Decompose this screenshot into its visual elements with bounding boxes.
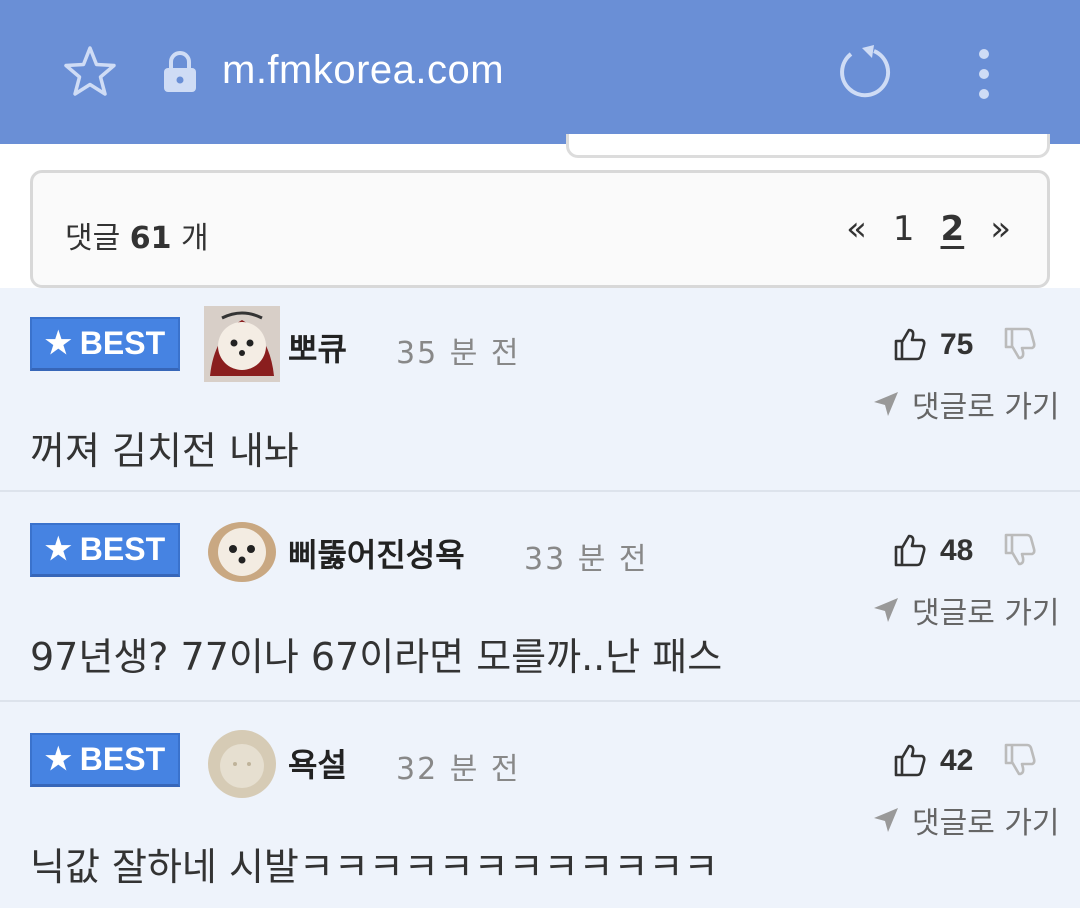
comment-username[interactable]: 욕설: [288, 740, 347, 786]
best-badge-label: BEST: [79, 325, 166, 361]
comment-time: 32 분 전: [396, 752, 521, 787]
star-icon: ★: [44, 327, 72, 360]
address-bar-url[interactable]: m.fmkorea.com: [222, 48, 504, 93]
comment-item: ★ BEST 뽀큐 35 분 전 75 댓글로 가기 꺼져 김치전 내놔: [0, 288, 1080, 492]
goto-comment-label: 댓글로 가기: [912, 596, 1060, 631]
best-badge: ★ BEST: [30, 317, 180, 371]
best-badge-label: BEST: [79, 741, 166, 777]
goto-comment-label: 댓글로 가기: [912, 390, 1060, 425]
star-icon: ★: [44, 533, 72, 566]
comment-count-number: 61: [129, 221, 172, 256]
like-count: 75: [940, 328, 974, 361]
comment-text: 97년생? 77이나 67이라면 모를까..난 패스: [30, 635, 723, 679]
lock-icon: [164, 51, 196, 92]
best-badge: ★ BEST: [30, 733, 180, 787]
comment-username[interactable]: 뽀큐: [288, 324, 347, 370]
comment-item: ★ BEST 삐뚫어진성욕 33 분 전 48 댓글로 가기 97년생? 77이…: [0, 492, 1080, 702]
thumbs-up-icon[interactable]: [892, 742, 928, 778]
comment-time: 35 분 전: [396, 336, 521, 371]
user-avatar[interactable]: [204, 306, 280, 382]
comment-count-label: 댓글 61 개: [65, 213, 209, 257]
reload-icon[interactable]: [834, 42, 894, 102]
pager-page-1[interactable]: 1: [893, 209, 915, 249]
comment-text: 닉값 잘하네 시발ㅋㅋㅋㅋㅋㅋㅋㅋㅋㅋㅋㅋ: [30, 845, 719, 889]
comment-time: 33 분 전: [524, 542, 649, 577]
thumbs-up-icon[interactable]: [892, 532, 928, 568]
goto-comment-label: 댓글로 가기: [912, 806, 1060, 841]
arrow-icon: [874, 392, 898, 416]
thumbs-up-icon[interactable]: [892, 326, 928, 362]
comment-text: 꺼져 김치전 내놔: [30, 429, 299, 473]
pager-last-button[interactable]: »: [990, 209, 1011, 249]
comment-count-prefix: 댓글: [65, 221, 121, 256]
goto-comment-link[interactable]: 댓글로 가기: [872, 382, 1060, 426]
comment-count-box: 댓글 61 개 « 1 2 »: [30, 170, 1050, 288]
thumbs-down-icon[interactable]: [1002, 742, 1038, 778]
thumbs-down-icon[interactable]: [1002, 532, 1038, 568]
comment-item: ★ BEST 욕설 32 분 전 42 댓글로 가기 닉값 잘하네 시발ㅋㅋㅋㅋ…: [0, 702, 1080, 908]
goto-comment-link[interactable]: 댓글로 가기: [872, 588, 1060, 632]
bookmark-star-icon[interactable]: [62, 44, 118, 100]
goto-comment-link[interactable]: 댓글로 가기: [872, 798, 1060, 842]
pager-page-2[interactable]: 2: [941, 209, 965, 249]
user-avatar[interactable]: [204, 512, 280, 588]
partial-element-box: [566, 134, 1050, 158]
best-badge: ★ BEST: [30, 523, 180, 577]
pager-first-button[interactable]: «: [846, 209, 867, 249]
comment-pager: « 1 2 »: [846, 209, 1011, 249]
thumbs-down-icon[interactable]: [1002, 326, 1038, 362]
arrow-icon: [874, 598, 898, 622]
best-badge-label: BEST: [79, 531, 166, 567]
like-count: 48: [940, 534, 974, 567]
arrow-icon: [874, 808, 898, 832]
comment-count-suffix: 개: [181, 221, 209, 256]
like-count: 42: [940, 744, 974, 777]
user-avatar[interactable]: [204, 726, 280, 802]
comment-username[interactable]: 삐뚫어진성욕: [288, 530, 465, 576]
browser-toolbar: m.fmkorea.com: [0, 0, 1080, 144]
star-icon: ★: [44, 743, 72, 776]
more-menu-icon[interactable]: [968, 46, 1000, 102]
